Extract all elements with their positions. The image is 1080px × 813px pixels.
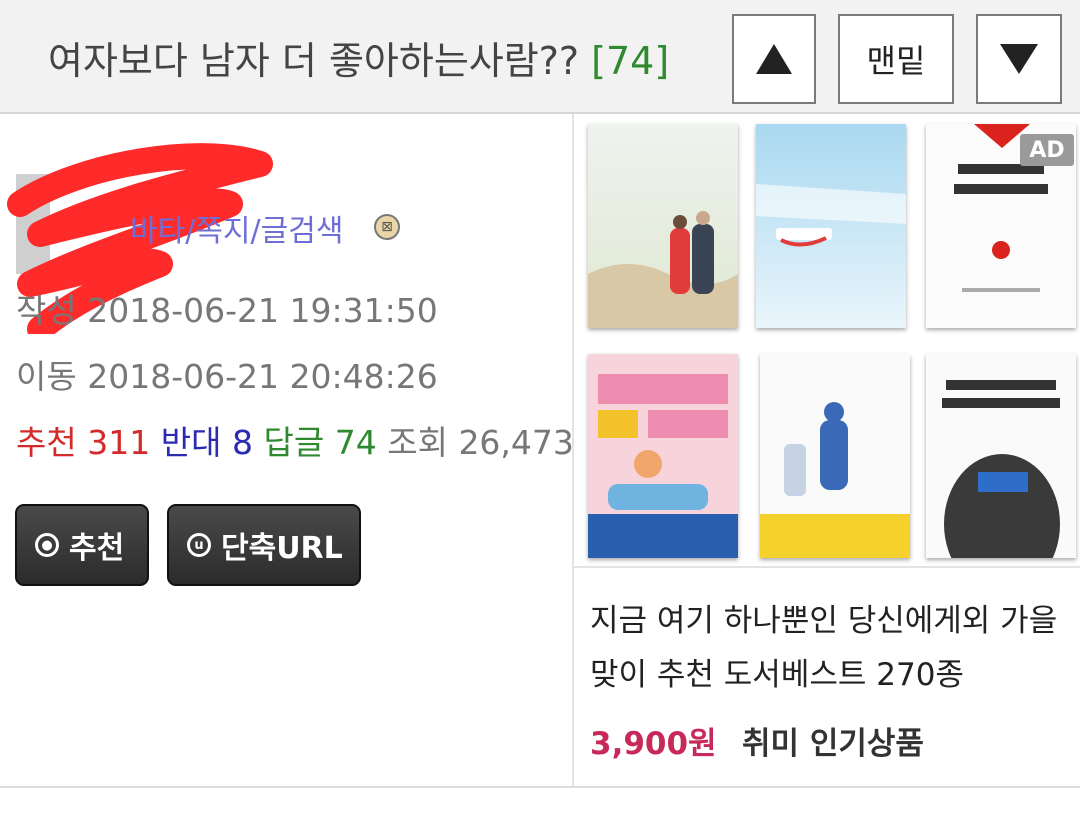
post-title-text: 여자보다 남자 더 좋아하는사람?? (48, 39, 580, 83)
recommend-icon: ● (35, 533, 59, 557)
book-cover-5[interactable] (760, 354, 910, 558)
ad-info[interactable]: 지금 여기 하나뿐인 당신에게외 가을맞이 추천 도서베스트 270종 3,90… (574, 566, 1080, 786)
post-info-panel: 바타/쪽지/글검색 ⊠ 작성 2018-06-21 19:31:50 이동 20… (0, 114, 574, 786)
written-date-row: 작성 2018-06-21 19:31:50 (16, 284, 438, 332)
reply-stat-label: 답글 (263, 423, 325, 462)
scroll-up-button[interactable] (732, 14, 816, 104)
post-header: 여자보다 남자 더 좋아하는사람?? [74] 맨밑 (0, 0, 1080, 114)
gift-icon[interactable]: ⊠ (374, 214, 400, 240)
short-url-button-label: 단축URL (221, 531, 343, 566)
recommend-button[interactable]: ● 추천 (15, 504, 149, 586)
post-title: 여자보다 남자 더 좋아하는사람?? [74] (48, 30, 669, 85)
divider (0, 786, 1080, 788)
ad-panel[interactable]: AD 지금 여기 하나뿐인 당신에게외 가을맞이 추천 도서베스트 270종 3… (572, 114, 1080, 786)
book-cover-2[interactable] (756, 124, 906, 328)
reply-stat-value: 74 (334, 423, 377, 462)
oppose-stat-value: 8 (231, 423, 253, 462)
written-date: 2018-06-21 19:31:50 (87, 291, 438, 330)
book-cover-4[interactable] (588, 354, 738, 558)
moved-date: 2018-06-21 20:48:26 (87, 357, 438, 396)
author-links[interactable]: 바타/쪽지/글검색 (130, 206, 343, 250)
recommend-stat-value: 311 (87, 423, 151, 462)
post-stats: 추천 311 반대 8 답글 74 조회 26,473 (16, 416, 574, 464)
comment-count[interactable]: [74] (591, 39, 669, 83)
moved-date-row: 이동 2018-06-21 20:48:26 (16, 350, 438, 398)
views-stat-value: 26,473 (458, 423, 574, 462)
up-arrow-icon (756, 44, 792, 74)
oppose-stat-label: 반대 (160, 423, 222, 462)
written-label: 작성 (16, 291, 77, 330)
recommend-stat-label: 추천 (16, 423, 77, 462)
recommend-button-label: 추천 (69, 531, 125, 566)
book-cover-6[interactable] (926, 354, 1076, 558)
ad-badge: AD (1020, 134, 1074, 166)
book-grid[interactable]: AD (574, 114, 1080, 566)
go-bottom-button[interactable]: 맨밑 (838, 14, 954, 104)
down-arrow-icon (1000, 44, 1038, 74)
book-cover-1[interactable] (588, 124, 738, 328)
ad-description[interactable]: 지금 여기 하나뿐인 당신에게외 가을맞이 추천 도서베스트 270종 (590, 594, 1070, 702)
link-icon: u (187, 533, 211, 557)
views-stat-label: 조회 (387, 423, 448, 462)
short-url-button[interactable]: u 단축URL (167, 504, 361, 586)
ad-price: 3,900원 (590, 726, 717, 762)
scroll-down-button[interactable] (976, 14, 1062, 104)
moved-label: 이동 (16, 357, 77, 396)
ad-category: 취미 인기상품 (742, 726, 924, 762)
